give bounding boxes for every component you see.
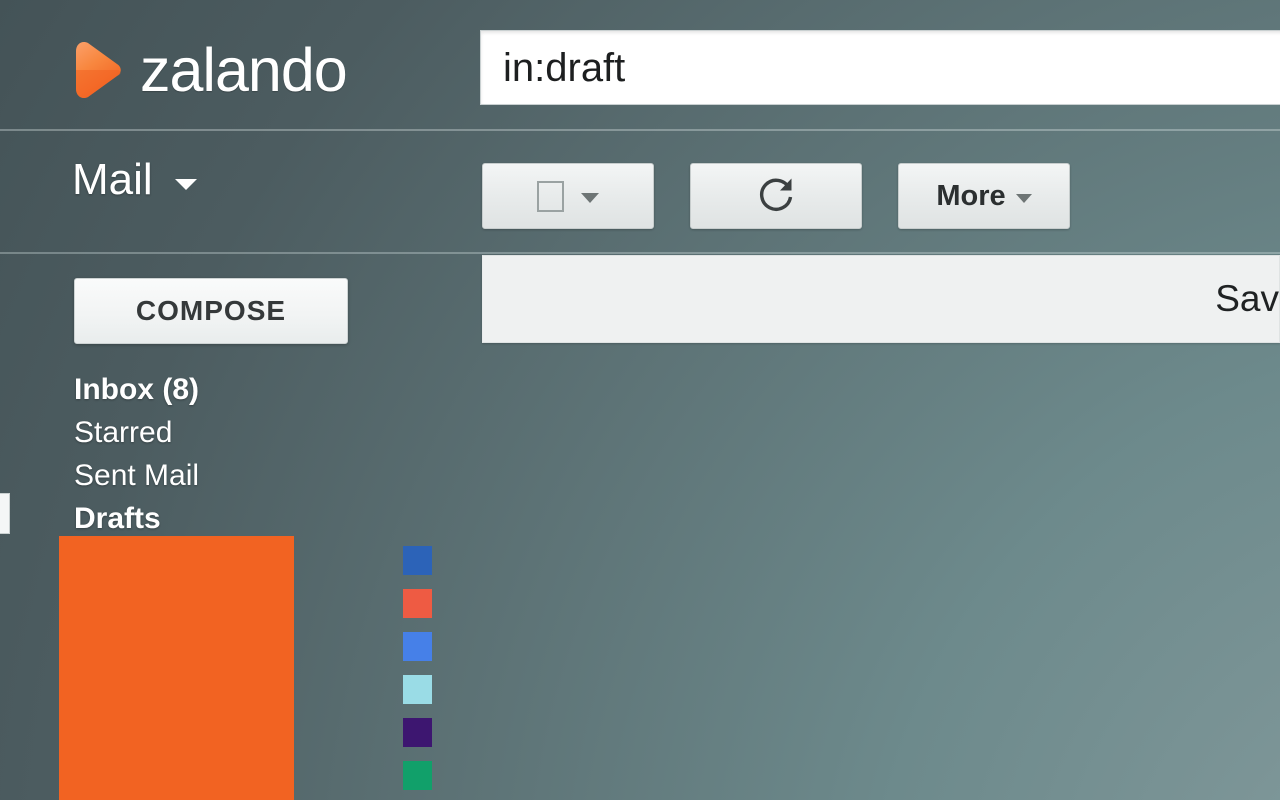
compose-button[interactable]: COMPOSE [74,278,348,344]
checkbox-icon [537,180,564,212]
more-button[interactable]: More [898,163,1070,229]
toolbar-actions: More [482,163,1106,229]
chevron-down-icon [581,193,599,203]
sidebar-item-drafts[interactable]: Drafts [74,497,374,540]
left-edge-handle[interactable] [0,493,10,534]
sidebar-item-label: Starred [74,416,173,449]
swatch-royal-blue[interactable] [403,632,432,661]
app-root: zalando in:draft Mail More COMPOSE Inbox… [0,0,1280,800]
swatch-emerald-green[interactable] [403,761,432,790]
swatch-deep-purple[interactable] [403,718,432,747]
swatch-light-cyan[interactable] [403,675,432,704]
sidebar-item-label: Drafts [74,502,161,535]
search-input-value: in:draft [503,45,626,90]
brand-logo[interactable]: zalando [70,30,348,110]
sidebar-item-label: Sent Mail [74,459,200,492]
color-swatch-column [403,546,432,800]
search-input[interactable]: in:draft [480,30,1280,105]
swatch-indigo-blue[interactable] [403,546,432,575]
sidebar-nav: Inbox (8) Starred Sent Mail Drafts [74,368,374,540]
refresh-button[interactable] [690,163,862,229]
sidebar-item-sent-mail[interactable]: Sent Mail [74,454,374,497]
swatch-coral-red[interactable] [403,589,432,618]
select-all-button[interactable] [482,163,654,229]
more-button-label: More [936,180,1006,212]
zalando-play-mark-icon [70,41,122,99]
sidebar-item-inbox[interactable]: Inbox (8) [74,368,374,411]
content-panel: Sav [482,255,1280,343]
header-band: zalando in:draft [0,0,1280,131]
compose-button-label: COMPOSE [135,295,287,326]
chevron-down-icon [174,178,197,190]
save-button[interactable]: Sav [1215,279,1279,319]
chevron-down-icon [1015,193,1032,203]
app-switcher-label: Mail [72,155,153,204]
brand-name: zalando [140,35,348,104]
app-switcher-mail[interactable]: Mail [72,155,197,205]
sidebar-item-starred[interactable]: Starred [74,411,374,454]
orange-placeholder-block [59,536,294,800]
toolbar-band: Mail More [0,133,1280,254]
sidebar-item-label: Inbox (8) [74,373,199,406]
refresh-icon [755,174,797,218]
